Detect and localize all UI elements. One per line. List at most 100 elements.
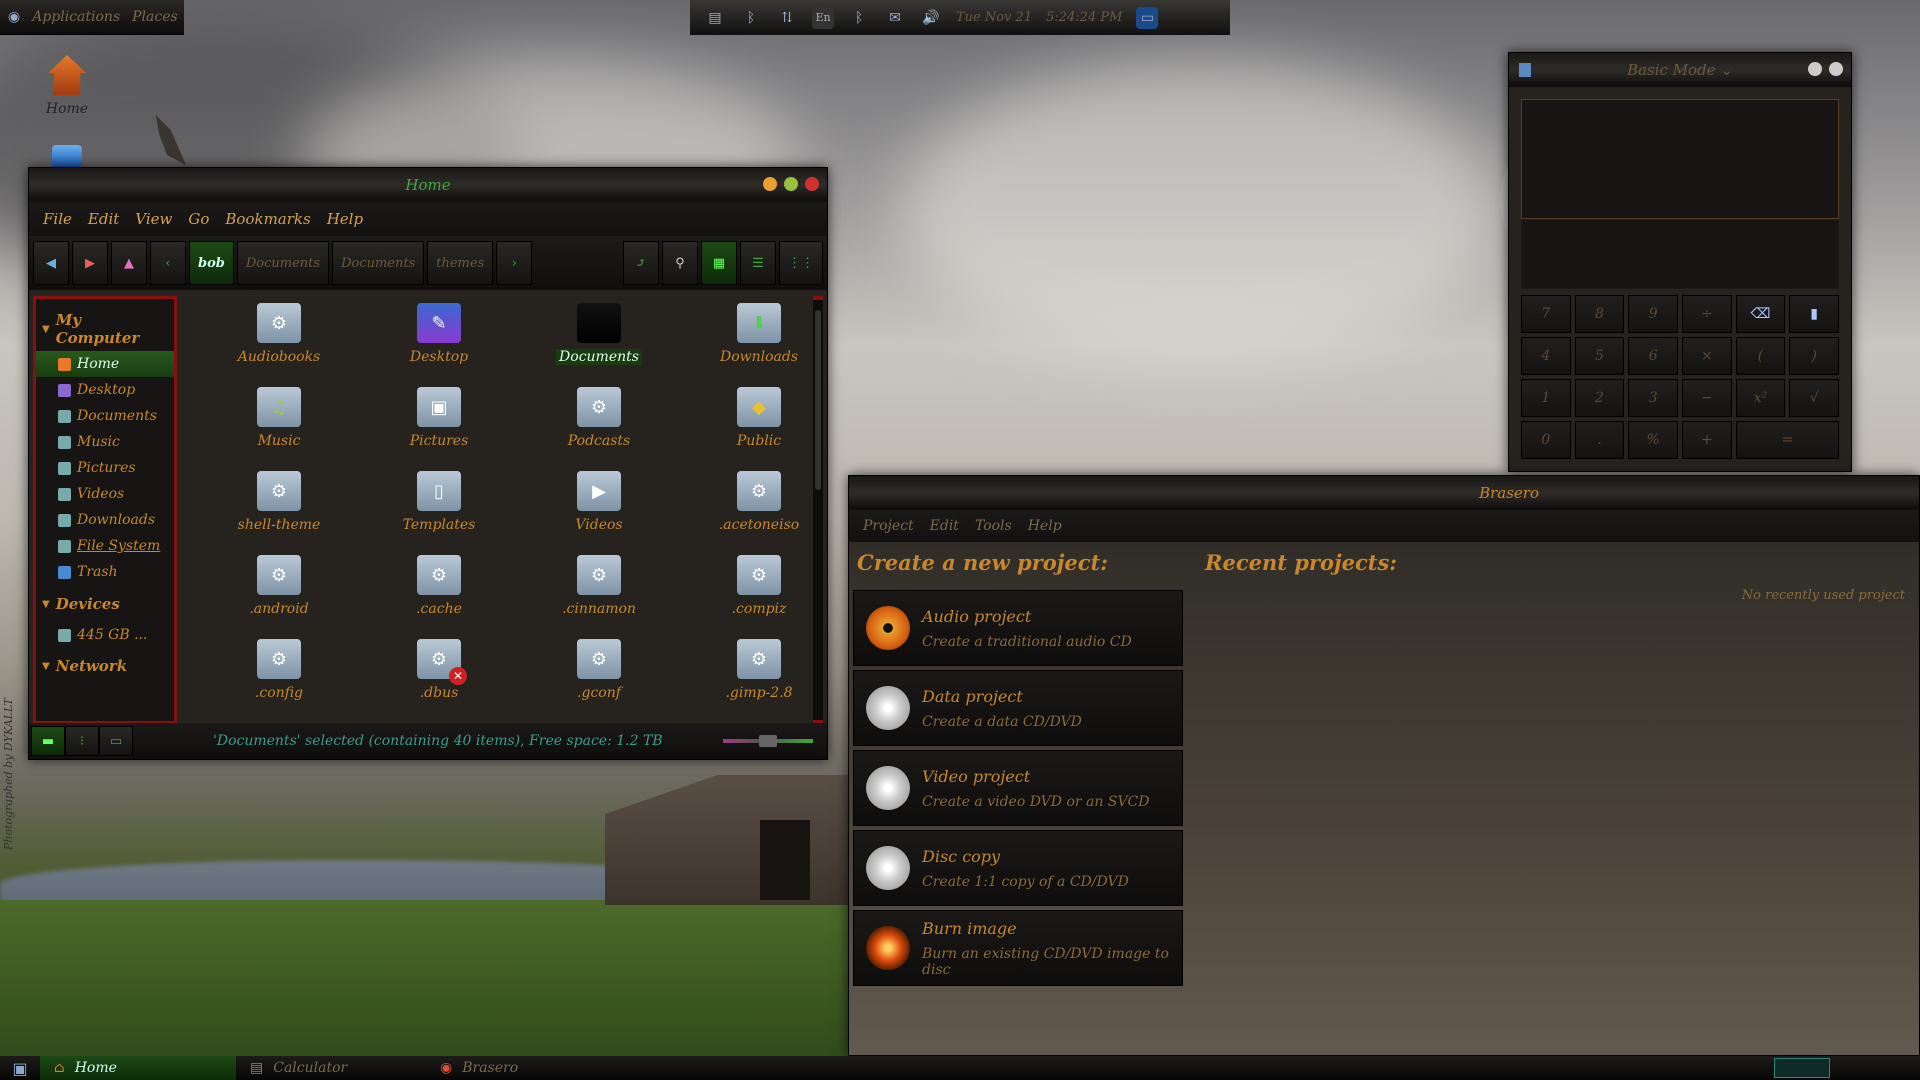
back-button[interactable]: ◀ — [33, 241, 69, 285]
desktop-home[interactable]: Home — [40, 55, 94, 117]
video-project-button[interactable]: Video project Create a video DVD or an SV… — [853, 750, 1183, 826]
section-network[interactable]: ▼ Network — [36, 653, 174, 679]
hide-pane-button[interactable]: ▭ — [99, 726, 133, 756]
key-5[interactable]: 5 — [1574, 337, 1625, 375]
sidebar-item-pictures[interactable]: Pictures — [36, 455, 174, 481]
keyboard-layout[interactable]: En — [812, 6, 834, 29]
key-equals[interactable]: = — [1735, 421, 1839, 459]
key-multiply[interactable]: × — [1682, 337, 1732, 375]
places-menu[interactable]: Places — [132, 9, 178, 25]
minimize-button[interactable] — [1808, 62, 1822, 76]
key-2[interactable]: 2 — [1574, 379, 1625, 417]
taskbar-home[interactable]: ⌂ Home — [40, 1056, 236, 1080]
path-themes[interactable]: themes — [427, 241, 494, 285]
file-item[interactable]: ⚙ Audiobooks — [199, 303, 359, 381]
display-icon[interactable]: ▭ — [1136, 6, 1159, 29]
path-left-button[interactable]: ‹ — [150, 241, 186, 285]
sidebar-item-file-system[interactable]: File System — [36, 533, 174, 559]
sidebar-item-trash[interactable]: Trash — [36, 559, 174, 585]
sidebar-item-home[interactable]: Home — [36, 351, 174, 377]
key-1[interactable]: 1 — [1521, 379, 1571, 417]
title-bar[interactable]: Home — [29, 168, 827, 202]
key-decimal[interactable]: . — [1574, 421, 1625, 459]
sidebar-item-device[interactable]: 445 GB ... — [36, 617, 174, 653]
calculator-display[interactable] — [1521, 99, 1839, 219]
calculator-title-bar[interactable]: Basic Mode ⌄ — [1509, 53, 1851, 87]
key-subtract[interactable]: − — [1682, 379, 1732, 417]
up-button[interactable]: ▲ — [111, 241, 147, 285]
key-open-paren[interactable]: ( — [1735, 337, 1786, 375]
key-square[interactable]: x² — [1735, 379, 1786, 417]
file-item[interactable]: ▣ Pictures — [359, 387, 519, 465]
key-6[interactable]: 6 — [1628, 337, 1678, 375]
zoom-slider-handle[interactable] — [759, 735, 777, 747]
menu-edit[interactable]: Edit — [88, 210, 119, 228]
key-percent[interactable]: % — [1628, 421, 1678, 459]
maximize-button[interactable] — [784, 177, 798, 191]
key-add[interactable]: + — [1682, 421, 1732, 459]
zoom-slider[interactable] — [723, 735, 813, 747]
bluetooth-icon[interactable]: ᛒ — [740, 7, 762, 29]
file-item[interactable]: ⚙ Podcasts — [519, 387, 679, 465]
key-8[interactable]: 8 — [1574, 295, 1625, 333]
menu-bookmarks[interactable]: Bookmarks — [225, 210, 310, 228]
taskbar-brasero[interactable]: ◉ Brasero — [426, 1056, 616, 1080]
distro-icon[interactable]: ◉ — [8, 6, 20, 28]
key-close-paren[interactable]: ) — [1789, 337, 1839, 375]
toggle-location-icon[interactable]: ⤴ — [623, 241, 659, 285]
file-item[interactable]: Documents — [519, 303, 679, 381]
key-0[interactable]: 0 — [1521, 421, 1571, 459]
menu-file[interactable]: File — [43, 210, 72, 228]
scrollbar-thumb[interactable] — [815, 310, 821, 490]
search-icon[interactable]: ⚲ — [662, 241, 698, 285]
network-icon[interactable]: ⇅ — [776, 7, 798, 29]
mail-icon[interactable]: ✉ — [884, 7, 906, 29]
tree-pane-button[interactable]: ⁝ — [65, 726, 99, 756]
file-item[interactable]: ✕ ⚙ .dbus — [359, 639, 519, 717]
file-item[interactable]: ▯ Templates — [359, 471, 519, 549]
scrollbar[interactable] — [813, 296, 823, 724]
date[interactable]: Tue Nov 21 — [956, 10, 1032, 25]
path-right-button[interactable]: › — [496, 241, 533, 285]
show-desktop-icon[interactable]: ▣ — [0, 1056, 40, 1080]
file-item[interactable]: ▶ Videos — [519, 471, 679, 549]
places-pane-button[interactable]: ▬ — [31, 726, 65, 756]
burn-image-button[interactable]: Burn image Burn an existing CD/DVD image … — [853, 910, 1183, 986]
sidebar-item-music[interactable]: Music — [36, 429, 174, 455]
volume-icon[interactable]: 🔊 — [920, 7, 942, 29]
menu-help[interactable]: Help — [327, 210, 363, 228]
file-item[interactable]: ⚙ .cache — [359, 555, 519, 633]
section-devices[interactable]: ▼ Devices — [36, 591, 174, 617]
menu-edit[interactable]: Edit — [930, 518, 959, 534]
file-item[interactable]: ⚙ shell-theme — [199, 471, 359, 549]
path-documents-2[interactable]: Documents — [332, 241, 425, 285]
file-item[interactable]: ⚙ .cinnamon — [519, 555, 679, 633]
path-bob[interactable]: bob — [189, 241, 234, 285]
desktop-trash[interactable] — [40, 145, 94, 167]
brasero-title-bar[interactable]: Brasero — [849, 476, 1919, 510]
close-button[interactable] — [805, 177, 819, 191]
key-sqrt[interactable]: √ — [1789, 379, 1839, 417]
audio-project-button[interactable]: Audio project Create a traditional audio … — [853, 590, 1183, 666]
list-view-button[interactable]: ☰ — [740, 241, 776, 285]
file-item[interactable]: ⚙ .config — [199, 639, 359, 717]
mode-selector[interactable]: Basic Mode ⌄ — [1627, 61, 1733, 79]
file-item[interactable]: ⚙ .gconf — [519, 639, 679, 717]
sidebar-item-downloads[interactable]: Downloads — [36, 507, 174, 533]
key-divide[interactable]: ÷ — [1682, 295, 1732, 333]
sidebar-item-desktop[interactable]: Desktop — [36, 377, 174, 403]
icon-view-button[interactable]: ▦ — [701, 241, 737, 285]
menu-help[interactable]: Help — [1028, 518, 1062, 534]
menu-project[interactable]: Project — [863, 518, 914, 534]
clear-icon[interactable]: ▮ — [1789, 295, 1839, 333]
menu-tools[interactable]: Tools — [975, 518, 1012, 534]
key-4[interactable]: 4 — [1521, 337, 1571, 375]
key-9[interactable]: 9 — [1628, 295, 1678, 333]
undo-icon[interactable]: ⌫ — [1735, 295, 1786, 333]
data-project-button[interactable]: Data project Create a data CD/DVD — [853, 670, 1183, 746]
clipboard-icon[interactable]: ▤ — [704, 7, 726, 29]
workspace-switcher[interactable] — [1774, 1058, 1830, 1078]
minimize-button[interactable] — [763, 177, 777, 191]
forward-button[interactable]: ▶ — [72, 241, 108, 285]
path-documents[interactable]: Documents — [236, 241, 330, 285]
